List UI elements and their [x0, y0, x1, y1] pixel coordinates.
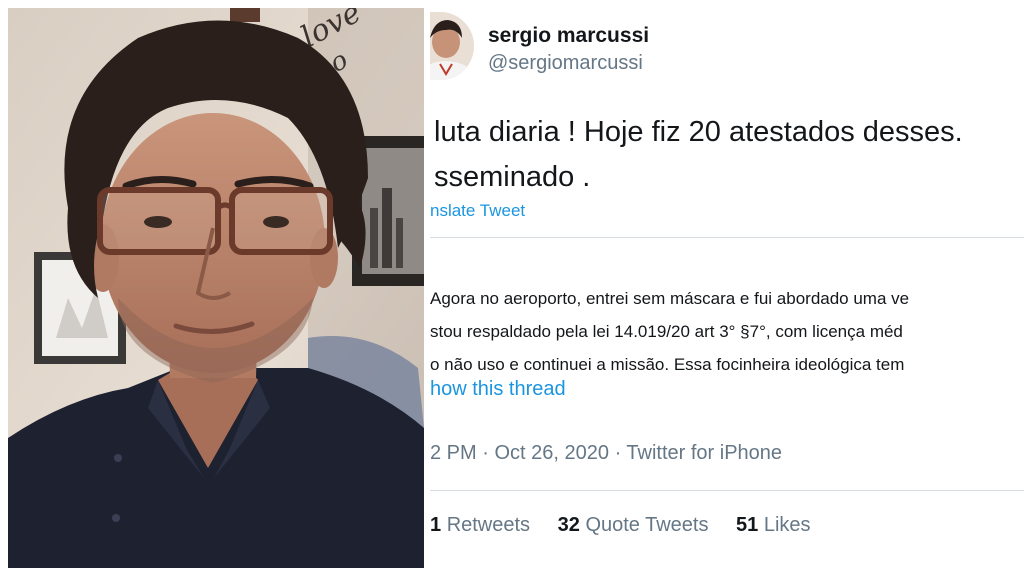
tweet-meta: 2 PM · Oct 26, 2020 · Twitter for iPhone	[430, 442, 782, 465]
divider	[430, 237, 1024, 238]
tweet-client[interactable]: Twitter for iPhone	[626, 442, 782, 464]
retweets-count: 1	[430, 514, 442, 536]
likes-count: 51	[736, 514, 759, 536]
tweet-date[interactable]: Oct 26, 2020	[494, 442, 609, 464]
thread-preview-line: o não uso e continuei a missão. Essa foc…	[430, 355, 905, 374]
profile-photo: love ko	[8, 8, 424, 568]
tweet-text: luta diaria ! Hoje fiz 20 atestados dess…	[434, 110, 1024, 200]
divider	[430, 490, 1024, 491]
likes-label: Likes	[763, 514, 811, 536]
quote-tweets-stat[interactable]: 32 Quote Tweets	[558, 514, 709, 536]
retweets-stat[interactable]: 1 Retweets	[430, 514, 530, 536]
quote-tweets-count: 32	[557, 514, 580, 536]
show-thread-link[interactable]: how this thread	[430, 378, 566, 401]
thread-preview-line: Agora no aeroporto, entrei sem máscara e…	[430, 289, 910, 308]
translate-tweet-link[interactable]: nslate Tweet	[430, 201, 525, 221]
tweet-stats: 1 Retweets 32 Quote Tweets 51 Likes	[430, 514, 833, 537]
tweet-text-line: sseminado .	[434, 161, 591, 193]
likes-stat[interactable]: 51 Likes	[736, 514, 811, 536]
separator-dot: ·	[614, 442, 627, 464]
tweet-time[interactable]: 2 PM	[430, 442, 477, 464]
retweets-label: Retweets	[446, 514, 531, 536]
user-handle[interactable]: @sergiomarcussi	[488, 52, 643, 75]
glasses	[97, 187, 333, 255]
thread-preview[interactable]: Agora no aeroporto, entrei sem máscara e…	[430, 282, 1024, 381]
avatar[interactable]	[430, 12, 474, 80]
display-name[interactable]: sergio marcussi	[488, 24, 649, 48]
quote-tweets-label: Quote Tweets	[585, 514, 709, 536]
separator-dot: ·	[482, 442, 495, 464]
tweet-card: sergio marcussi @sergiomarcussi luta dia…	[430, 0, 1024, 576]
thread-preview-line: stou respaldado pela lei 14.019/20 art 3…	[430, 322, 903, 341]
tweet-text-line: luta diaria ! Hoje fiz 20 atestados dess…	[434, 116, 963, 148]
